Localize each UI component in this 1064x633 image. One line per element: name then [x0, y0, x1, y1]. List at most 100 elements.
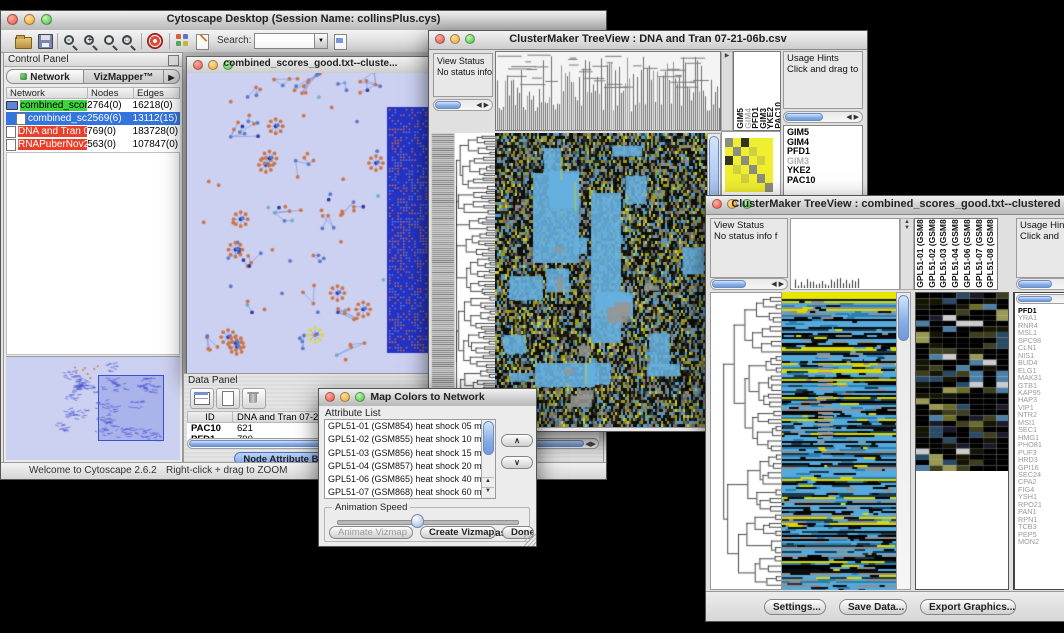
- matrix-cell[interactable]: [733, 183, 741, 192]
- matrix-cell[interactable]: [749, 138, 757, 147]
- new-document-icon[interactable]: [216, 388, 240, 409]
- column-label[interactable]: GPL51-01 (GSM854): [916, 218, 925, 288]
- matrix-cell[interactable]: [725, 165, 733, 174]
- gene-label[interactable]: PEP5: [1018, 531, 1042, 538]
- matrix-cell[interactable]: [725, 174, 733, 183]
- search-dropdown-icon[interactable]: ▼: [314, 33, 328, 49]
- heatmap-zoom-view[interactable]: [915, 292, 1009, 590]
- gene-label[interactable]: CPA2: [1018, 478, 1042, 485]
- matrix-cell[interactable]: [765, 156, 773, 165]
- zoom-in-icon[interactable]: +: [83, 33, 100, 49]
- dendrogram-scroll-strip[interactable]: ▲▼: [900, 218, 914, 290]
- zoom-fit-icon[interactable]: □: [121, 33, 138, 49]
- speed-slider-track[interactable]: [337, 520, 519, 525]
- gene-label[interactable]: PAN1: [1018, 508, 1042, 515]
- gene-label[interactable]: HMG1: [1018, 434, 1042, 441]
- scrollbar-thumb[interactable]: [712, 280, 746, 288]
- export-graphics-button[interactable]: Export Graphics...: [920, 599, 1016, 615]
- matrix-cell[interactable]: [733, 156, 741, 165]
- matrix-cell[interactable]: [757, 147, 765, 156]
- gene-dendrogram-panel[interactable]: [710, 292, 782, 590]
- resize-grip[interactable]: [524, 534, 536, 546]
- attribute-list-item[interactable]: GPL51-02 (GSM855) heat shock 10 min: [325, 433, 495, 446]
- matrix-cell[interactable]: [741, 147, 749, 156]
- gene-label[interactable]: FIG4: [1018, 486, 1042, 493]
- gene-label[interactable]: ELG1: [1018, 367, 1042, 374]
- matrix-cell[interactable]: [765, 147, 773, 156]
- gene-labels-hscrollbar[interactable]: [1016, 294, 1064, 304]
- gene-label[interactable]: PFD1: [1018, 307, 1042, 314]
- tab-vizmapper[interactable]: VizMapper™: [84, 69, 164, 84]
- tab-overflow-icon[interactable]: ▶: [164, 69, 180, 84]
- zoom-selected-icon[interactable]: [103, 33, 120, 49]
- gene-label[interactable]: RNR4: [1018, 322, 1042, 329]
- animate-vizmap-button[interactable]: Animate Vizmap: [329, 526, 413, 539]
- column-label[interactable]: GPL51-02 (GSM855): [928, 218, 937, 288]
- matrix-cell[interactable]: [757, 138, 765, 147]
- main-titlebar[interactable]: Cytoscape Desktop (Session Name: collins…: [1, 11, 606, 31]
- network-list-area[interactable]: [6, 152, 180, 355]
- matrix-cell[interactable]: [741, 165, 749, 174]
- matrix-cell[interactable]: [749, 156, 757, 165]
- save-data-button[interactable]: Save Data...: [839, 599, 907, 615]
- annotation-icon[interactable]: [195, 33, 212, 49]
- gene-label[interactable]: NTR2: [1018, 411, 1042, 418]
- scrollbar-thumb[interactable]: [898, 295, 909, 341]
- gene-label[interactable]: CLN1: [1018, 344, 1042, 351]
- matrix-cell[interactable]: [765, 138, 773, 147]
- array-dendrogram-panel[interactable]: [495, 51, 721, 131]
- column-label[interactable]: GPL51-07 (GSM868): [975, 218, 984, 288]
- column-label[interactable]: PAC10: [774, 102, 782, 129]
- float-panel-icon[interactable]: [168, 55, 179, 66]
- gene-label[interactable]: SEC24: [1018, 471, 1042, 478]
- speed-slider-thumb[interactable]: [411, 514, 424, 528]
- network-overview-panel[interactable]: [6, 356, 180, 460]
- gene-label[interactable]: SEC1: [1018, 426, 1042, 433]
- move-up-button[interactable]: ∧: [501, 434, 533, 447]
- settings-button[interactable]: Settings...: [764, 599, 826, 615]
- zoom-out-icon[interactable]: -: [63, 33, 80, 49]
- gene-label[interactable]: TCB3: [1018, 523, 1042, 530]
- network-table-row[interactable]: RNAPuberNov2+563(0)107847(0): [6, 138, 180, 151]
- gene-label[interactable]: RPN1: [1018, 516, 1042, 523]
- gene-label[interactable]: HAP3: [1018, 396, 1042, 403]
- view-status-hscrollbar[interactable]: ◀▶: [433, 99, 493, 111]
- network-view-titlebar[interactable]: combined_scores_good.txt--cluste...: [187, 57, 434, 74]
- matrix-cell[interactable]: [757, 183, 765, 192]
- gene-label[interactable]: SPC98: [1018, 337, 1042, 344]
- import-table-icon[interactable]: [333, 33, 350, 49]
- save-icon[interactable]: [37, 33, 54, 49]
- matrix-cell[interactable]: [725, 183, 733, 192]
- gene-label[interactable]: PAC10: [787, 176, 862, 186]
- view-status-hscrollbar[interactable]: ◀▶: [710, 278, 788, 290]
- matrix-cell[interactable]: [741, 138, 749, 147]
- column-label[interactable]: GPL51-04 (GSM857): [951, 218, 960, 288]
- gene-label[interactable]: MSL1: [1018, 329, 1042, 336]
- scrollbar-thumb[interactable]: [483, 421, 494, 455]
- scrollbar-thumb[interactable]: [1018, 280, 1052, 288]
- matrix-cell[interactable]: [741, 183, 749, 192]
- gene-dendrogram-panel[interactable]: [455, 133, 495, 427]
- scrollbar-thumb[interactable]: [785, 113, 823, 121]
- gene-label[interactable]: PHO81: [1018, 441, 1042, 448]
- gene-label[interactable]: RPO21: [1018, 501, 1042, 508]
- matrix-cell[interactable]: [741, 156, 749, 165]
- matrix-cell[interactable]: [765, 165, 773, 174]
- matrix-cell[interactable]: [757, 165, 765, 174]
- list-vscrollbar[interactable]: ▲ ▼: [481, 420, 495, 498]
- help-ring-icon[interactable]: [147, 33, 164, 49]
- usage-hints-hscrollbar[interactable]: ◀▶: [783, 111, 863, 123]
- scrollbar-thumb[interactable]: [435, 101, 461, 109]
- correlation-mini-heatmap[interactable]: [725, 138, 773, 192]
- gene-label[interactable]: KAP95: [1018, 389, 1042, 396]
- matrix-cell[interactable]: [733, 165, 741, 174]
- search-input[interactable]: [254, 33, 318, 49]
- gene-label[interactable]: YSH1: [1018, 493, 1042, 500]
- scroll-down-icon[interactable]: ▼: [482, 487, 494, 498]
- attribute-list-item[interactable]: GPL51-04 (GSM857) heat shock 20 min: [325, 460, 495, 473]
- matrix-cell[interactable]: [733, 138, 741, 147]
- network-table-row[interactable]: combined_scores2764(0)16218(0): [6, 99, 180, 112]
- heatmap-vscrollbar[interactable]: [896, 292, 911, 590]
- attribute-table-icon[interactable]: [190, 388, 214, 409]
- gene-label[interactable]: MSI1: [1018, 419, 1042, 426]
